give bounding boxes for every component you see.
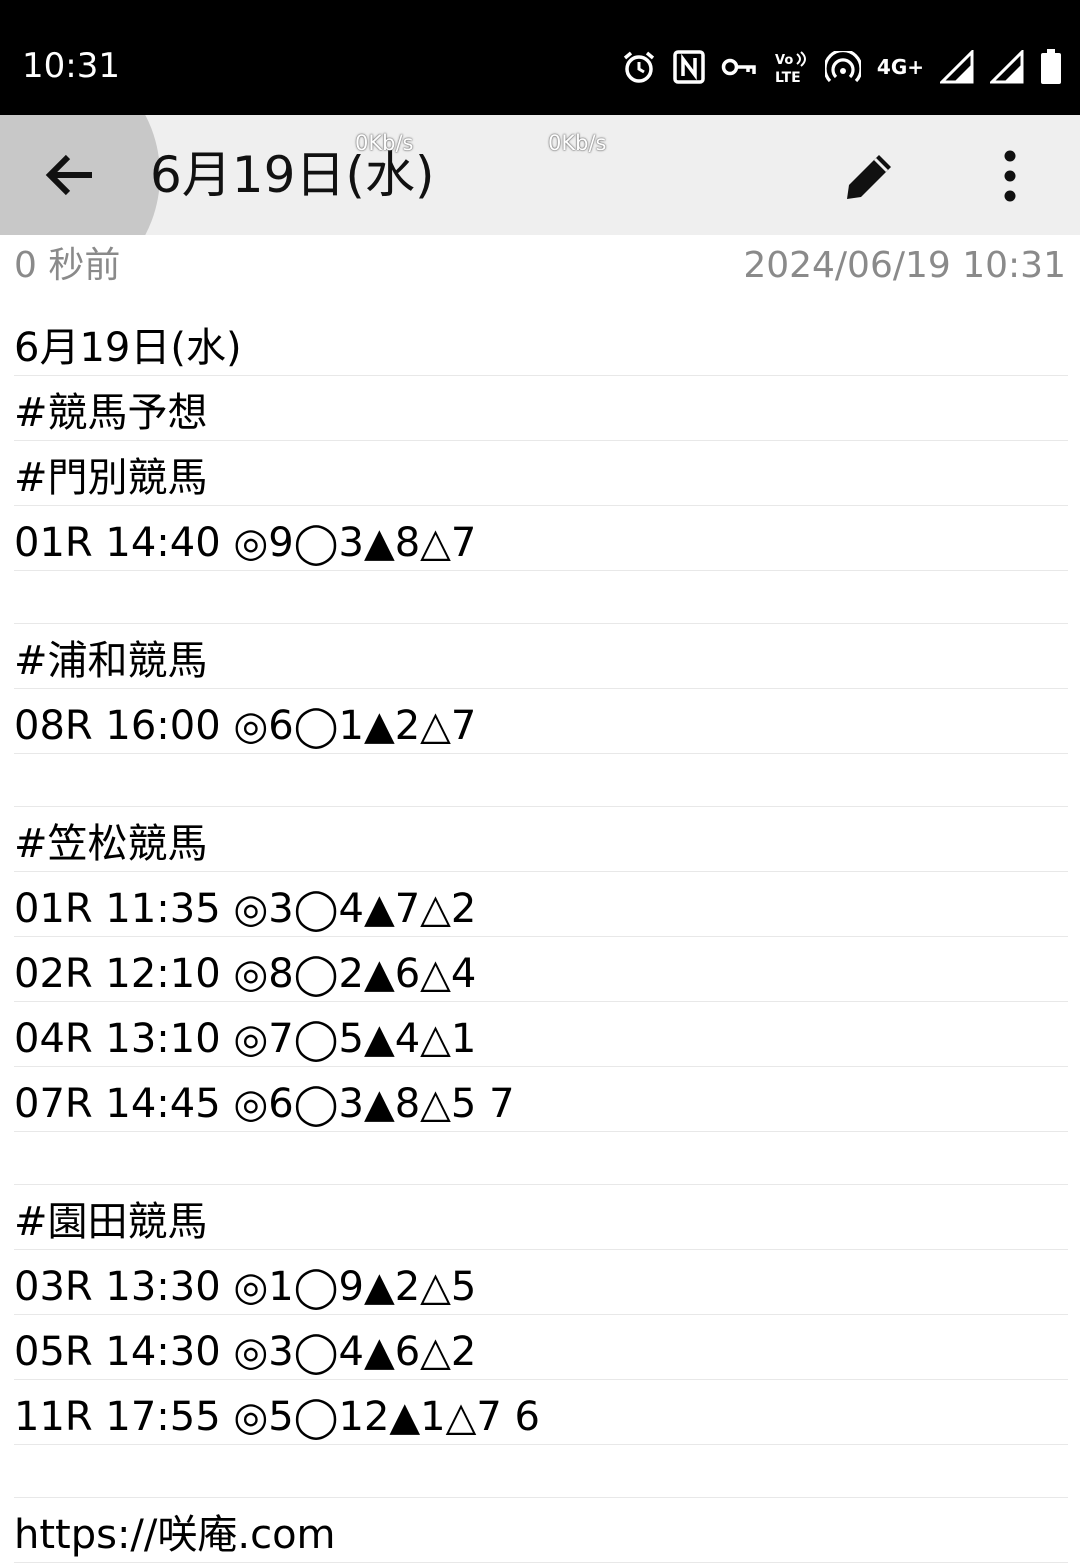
note-line-text: 04R 13:10 ◎7◯5▲4△1 — [14, 1013, 481, 1065]
note-line-text: 07R 14:45 ◎6◯3▲8△5 7 — [14, 1078, 519, 1130]
network-speed: 0Kb/s — [548, 131, 607, 155]
svg-text:LTE: LTE — [775, 70, 801, 84]
note-line-text: 01R 14:40 ◎9◯3▲8△7 — [14, 517, 481, 569]
note-line[interactable]: 07R 14:45 ◎6◯3▲8△5 7 — [14, 1067, 1068, 1132]
note-line[interactable]: 08R 16:00 ◎6◯1▲2△7 — [14, 689, 1068, 754]
note-line-text: #笠松競馬 — [14, 818, 212, 870]
note-line[interactable]: 01R 14:40 ◎9◯3▲8△7 — [14, 506, 1068, 571]
note-line[interactable]: #門別競馬 — [14, 441, 1068, 506]
note-line-text: 08R 16:00 ◎6◯1▲2△7 — [14, 700, 481, 752]
vpn-key-icon — [721, 55, 757, 79]
note-body[interactable]: 6月19日(水) #競馬予想 #門別競馬 01R 14:40 ◎9◯3▲8△7 #浦和競… — [0, 311, 1080, 1563]
back-button[interactable] — [30, 137, 110, 213]
nfc-icon — [673, 50, 705, 84]
note-line[interactable]: 01R 11:35 ◎3◯4▲7△2 — [14, 872, 1068, 937]
note-line[interactable]: 11R 17:55 ◎5◯12▲1△7 6 — [14, 1380, 1068, 1445]
note-line-text: #浦和競馬 — [14, 635, 212, 687]
network-speed: 0Kb/s — [355, 131, 414, 155]
note-line[interactable]: 04R 13:10 ◎7◯5▲4△1 — [14, 1002, 1068, 1067]
note-line-text: #園田競馬 — [14, 1196, 212, 1248]
arrow-back-icon — [45, 154, 92, 196]
note-line[interactable]: #競馬予想 — [14, 376, 1068, 441]
signal-icon — [990, 50, 1024, 84]
note-line-text: #門別競馬 — [14, 452, 212, 504]
network-type: 4G+ — [876, 55, 924, 79]
battery-icon — [1040, 49, 1062, 85]
pencil-icon — [847, 155, 891, 199]
status-time: 10:31 — [22, 46, 120, 86]
alarm-icon — [621, 49, 657, 85]
note-line[interactable] — [14, 1132, 1068, 1185]
note-line[interactable]: #笠松競馬 — [14, 807, 1068, 872]
note-line-text: 01R 11:35 ◎3◯4▲7△2 — [14, 883, 481, 935]
note-line-text: 02R 12:10 ◎8◯2▲6△4 — [14, 948, 481, 1000]
note-line-text: https://咲庵.com — [14, 1509, 340, 1561]
timestamp: 2024/06/19 10:31 — [743, 245, 1066, 286]
more-options-button[interactable] — [978, 140, 1042, 212]
note-line[interactable]: 05R 14:30 ◎3◯4▲6△2 — [14, 1315, 1068, 1380]
hotspot-icon — [824, 51, 861, 83]
edit-button[interactable] — [832, 140, 908, 212]
note-line-text: #競馬予想 — [14, 387, 212, 439]
svg-text:Vo: Vo — [775, 53, 793, 68]
note-line[interactable]: https://咲庵.com — [14, 1498, 1068, 1563]
app-bar: 6月19日(水) 0Kb/s 0Kb/s — [0, 115, 1080, 235]
note-line-text: 03R 13:30 ◎1◯9▲2△5 — [14, 1261, 481, 1313]
note-line[interactable] — [14, 1445, 1068, 1498]
note-line-text: 6月19日(水) — [14, 322, 246, 374]
note-line[interactable]: #園田競馬 — [14, 1185, 1068, 1250]
note-line[interactable]: 03R 13:30 ◎1◯9▲2△5 — [14, 1250, 1068, 1315]
signal-icon — [940, 50, 974, 84]
volte-icon: Vo LTE — [773, 50, 809, 84]
status-bar: 10:31 Vo LTE 4G+ — [0, 0, 1080, 115]
note-line[interactable] — [14, 571, 1068, 624]
note-line-text: 05R 14:30 ◎3◯4▲6△2 — [14, 1326, 481, 1378]
note-line[interactable] — [14, 754, 1068, 807]
note-line[interactable]: 6月19日(水) — [14, 311, 1068, 376]
relative-time: 0 秒前 — [14, 245, 121, 286]
status-icons: Vo LTE 4G+ — [621, 44, 1062, 90]
note-line[interactable]: 02R 12:10 ◎8◯2▲6△4 — [14, 937, 1068, 1002]
more-vert-icon — [1004, 150, 1016, 202]
note-line[interactable]: #浦和競馬 — [14, 624, 1068, 689]
note-line-text: 11R 17:55 ◎5◯12▲1△7 6 — [14, 1391, 544, 1443]
